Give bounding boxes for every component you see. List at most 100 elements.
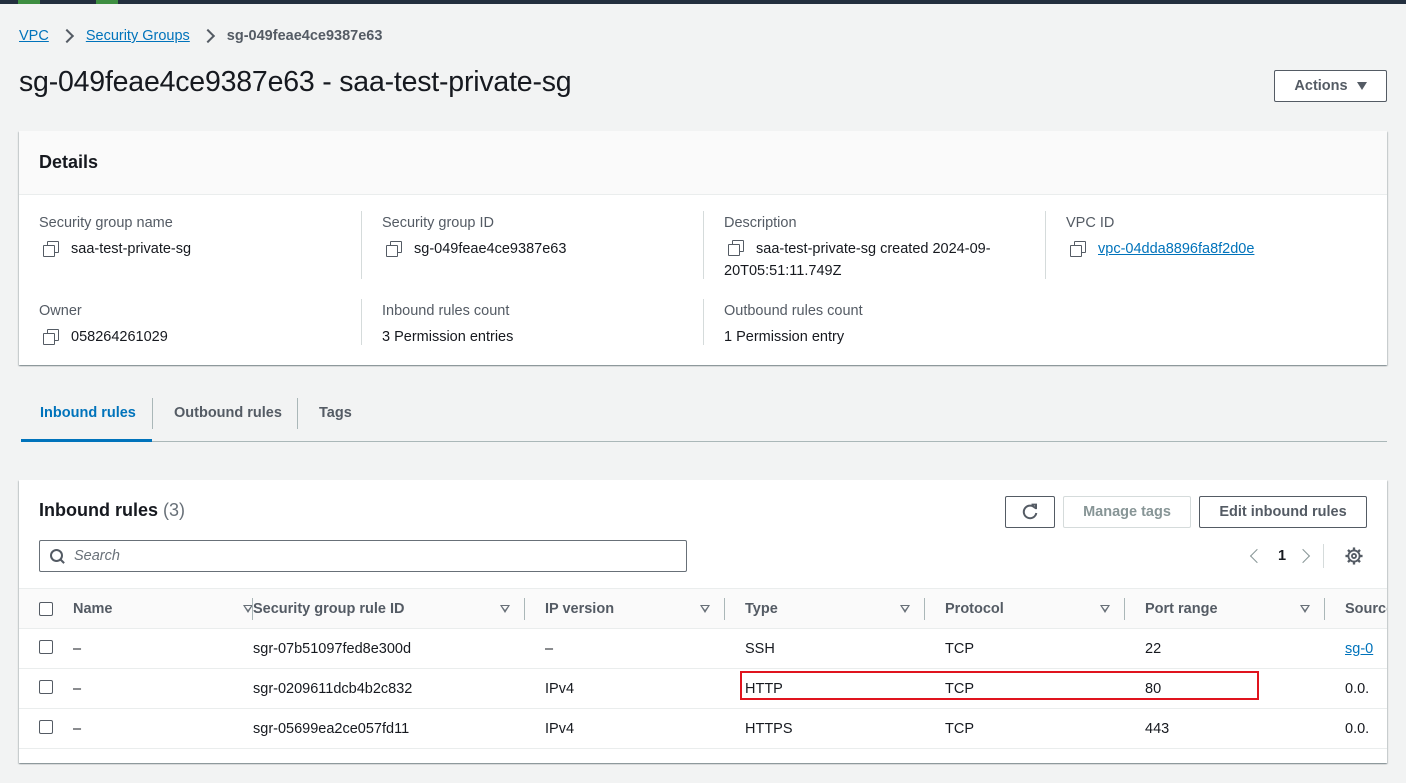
- inbound-rules-heading: Inbound rules (3): [39, 500, 185, 521]
- detail-label: Security group name: [39, 215, 173, 231]
- cell-rule-id: sgr-0209611dcb4b2c832: [253, 668, 545, 709]
- table-row[interactable]: – sgr-05699ea2ce057fd11 IPv4 HTTPS TCP 4…: [19, 708, 1387, 749]
- cell-ip-version: IPv4: [545, 668, 745, 709]
- details-panel: Details Security group name saa-test-pri…: [19, 131, 1387, 365]
- tab-outbound-rules[interactable]: Outbound rules: [153, 397, 298, 441]
- chevron-left-icon[interactable]: [1245, 546, 1265, 566]
- column-header-label: Port range: [1145, 600, 1218, 617]
- vpc-id-link[interactable]: vpc-04dda8896fa8f2d0e: [1098, 238, 1254, 260]
- actions-button[interactable]: Actions: [1274, 70, 1387, 102]
- breadcrumb-current: sg-049feae4ce9387e63: [226, 28, 383, 44]
- row-checkbox[interactable]: [39, 639, 53, 654]
- refresh-button[interactable]: [1005, 496, 1055, 528]
- edit-inbound-rules-button[interactable]: Edit inbound rules: [1199, 496, 1367, 528]
- chevron-right-icon: [62, 28, 72, 44]
- tab-inbound-rules[interactable]: Inbound rules: [21, 397, 152, 442]
- detail-label: Owner: [39, 303, 82, 319]
- column-divider[interactable]: [924, 598, 925, 620]
- cell-type: HTTPS: [745, 708, 945, 749]
- detail-value: 1 Permission entry: [724, 329, 845, 345]
- breadcrumb: VPC Security Groups sg-049feae4ce9387e63: [19, 26, 382, 46]
- pagination-divider: [1323, 544, 1325, 568]
- column-header-port-range[interactable]: Port range: [1145, 588, 1345, 629]
- actions-button-label: Actions: [1294, 78, 1348, 94]
- column-header-protocol[interactable]: Protocol: [945, 588, 1145, 629]
- column-header-label: IP version: [545, 600, 615, 617]
- copy-icon[interactable]: [728, 240, 744, 256]
- detail-vpc-id: VPC ID vpc-04dda8896fa8f2d0e: [1066, 214, 1396, 260]
- caret-down-icon: [1356, 82, 1367, 90]
- detail-value: saa-test-private-sg: [71, 241, 192, 257]
- detail-value: saa-test-private-sg created 2024-09-20T0…: [724, 241, 991, 279]
- cell-protocol: TCP: [945, 628, 1145, 669]
- cell-rule-id: sgr-07b51097fed8e300d: [253, 628, 545, 669]
- select-all-checkbox[interactable]: [39, 601, 53, 616]
- sort-icon[interactable]: [1100, 604, 1110, 613]
- column-divider: [361, 211, 362, 279]
- cell-name: –: [73, 708, 253, 749]
- details-heading: Details: [19, 131, 1387, 195]
- nav-accent-mark: [96, 0, 118, 4]
- column-divider[interactable]: [724, 598, 725, 620]
- detail-label: Inbound rules count: [382, 303, 510, 319]
- detail-security-group-name: Security group name saa-test-private-sg: [39, 214, 369, 260]
- column-header-type[interactable]: Type: [745, 588, 945, 629]
- manage-tags-button[interactable]: Manage tags: [1063, 496, 1191, 528]
- sort-icon[interactable]: [900, 604, 910, 613]
- cell-port-range: 22: [1145, 628, 1345, 669]
- detail-label: Description: [724, 215, 797, 231]
- refresh-icon: [1022, 503, 1038, 520]
- copy-icon[interactable]: [43, 329, 59, 345]
- sort-icon[interactable]: [500, 604, 510, 613]
- column-header-name[interactable]: Name: [73, 588, 253, 629]
- detail-owner: Owner 058264261029: [39, 302, 369, 348]
- breadcrumb-vpc-link[interactable]: VPC: [19, 28, 49, 44]
- gear-icon[interactable]: [1345, 547, 1363, 565]
- column-divider[interactable]: [524, 598, 525, 620]
- copy-icon[interactable]: [386, 241, 402, 257]
- select-all-cell: [19, 588, 73, 629]
- tab-tags[interactable]: Tags: [298, 397, 368, 441]
- table-row[interactable]: – sgr-07b51097fed8e300d – SSH TCP 22 sg-…: [19, 628, 1387, 669]
- column-header-label: Name: [73, 600, 113, 617]
- column-header-label: Type: [745, 600, 778, 617]
- column-divider[interactable]: [1124, 598, 1125, 620]
- tab-label: Outbound rules: [174, 405, 282, 421]
- inbound-rules-panel: Inbound rules (3) Manage tags Edit inbou…: [19, 480, 1387, 763]
- cell-type: SSH: [745, 628, 945, 669]
- table-row[interactable]: – sgr-0209611dcb4b2c832 IPv4 HTTP TCP 80…: [19, 668, 1387, 709]
- copy-icon[interactable]: [1070, 241, 1086, 257]
- table-header-row: Name Security group rule ID IP version T…: [19, 588, 1387, 629]
- cell-port-range: 80: [1145, 668, 1345, 709]
- column-header-source[interactable]: Source: [1345, 588, 1387, 629]
- row-checkbox[interactable]: [39, 679, 53, 694]
- search-field[interactable]: [39, 540, 687, 572]
- column-divider[interactable]: [1324, 598, 1325, 620]
- sort-icon[interactable]: [700, 604, 710, 613]
- inbound-rules-table: Name Security group rule ID IP version T…: [19, 588, 1387, 749]
- column-divider: [1045, 211, 1046, 279]
- page-title: sg-049feae4ce9387e63 - saa-test-private-…: [19, 66, 572, 98]
- column-header-label: Security group rule ID: [253, 600, 405, 617]
- detail-label: Outbound rules count: [724, 303, 863, 319]
- column-header-rule-id[interactable]: Security group rule ID: [253, 588, 545, 629]
- search-input[interactable]: [74, 548, 654, 564]
- column-header-label: Protocol: [945, 600, 1004, 617]
- detail-outbound-rules-count: Outbound rules count 1 Permission entry: [724, 302, 1054, 348]
- chevron-right-icon[interactable]: [1295, 546, 1315, 566]
- cell-ip-version: –: [545, 628, 745, 669]
- cell-source-link[interactable]: sg-0: [1345, 641, 1373, 657]
- breadcrumb-security-groups-link[interactable]: Security Groups: [86, 28, 190, 44]
- cell-port-range: 443: [1145, 708, 1345, 749]
- tab-bar: Inbound rules Outbound rules Tags: [21, 397, 1387, 442]
- tab-label: Tags: [319, 405, 352, 421]
- sort-icon[interactable]: [1300, 604, 1310, 613]
- cell-name: –: [73, 628, 253, 669]
- cell-protocol: TCP: [945, 668, 1145, 709]
- column-header-ip-version[interactable]: IP version: [545, 588, 745, 629]
- nav-accent-mark: [18, 0, 40, 4]
- copy-icon[interactable]: [43, 241, 59, 257]
- page-number[interactable]: 1: [1278, 548, 1286, 564]
- pagination: 1: [1245, 544, 1325, 568]
- row-checkbox[interactable]: [39, 719, 53, 734]
